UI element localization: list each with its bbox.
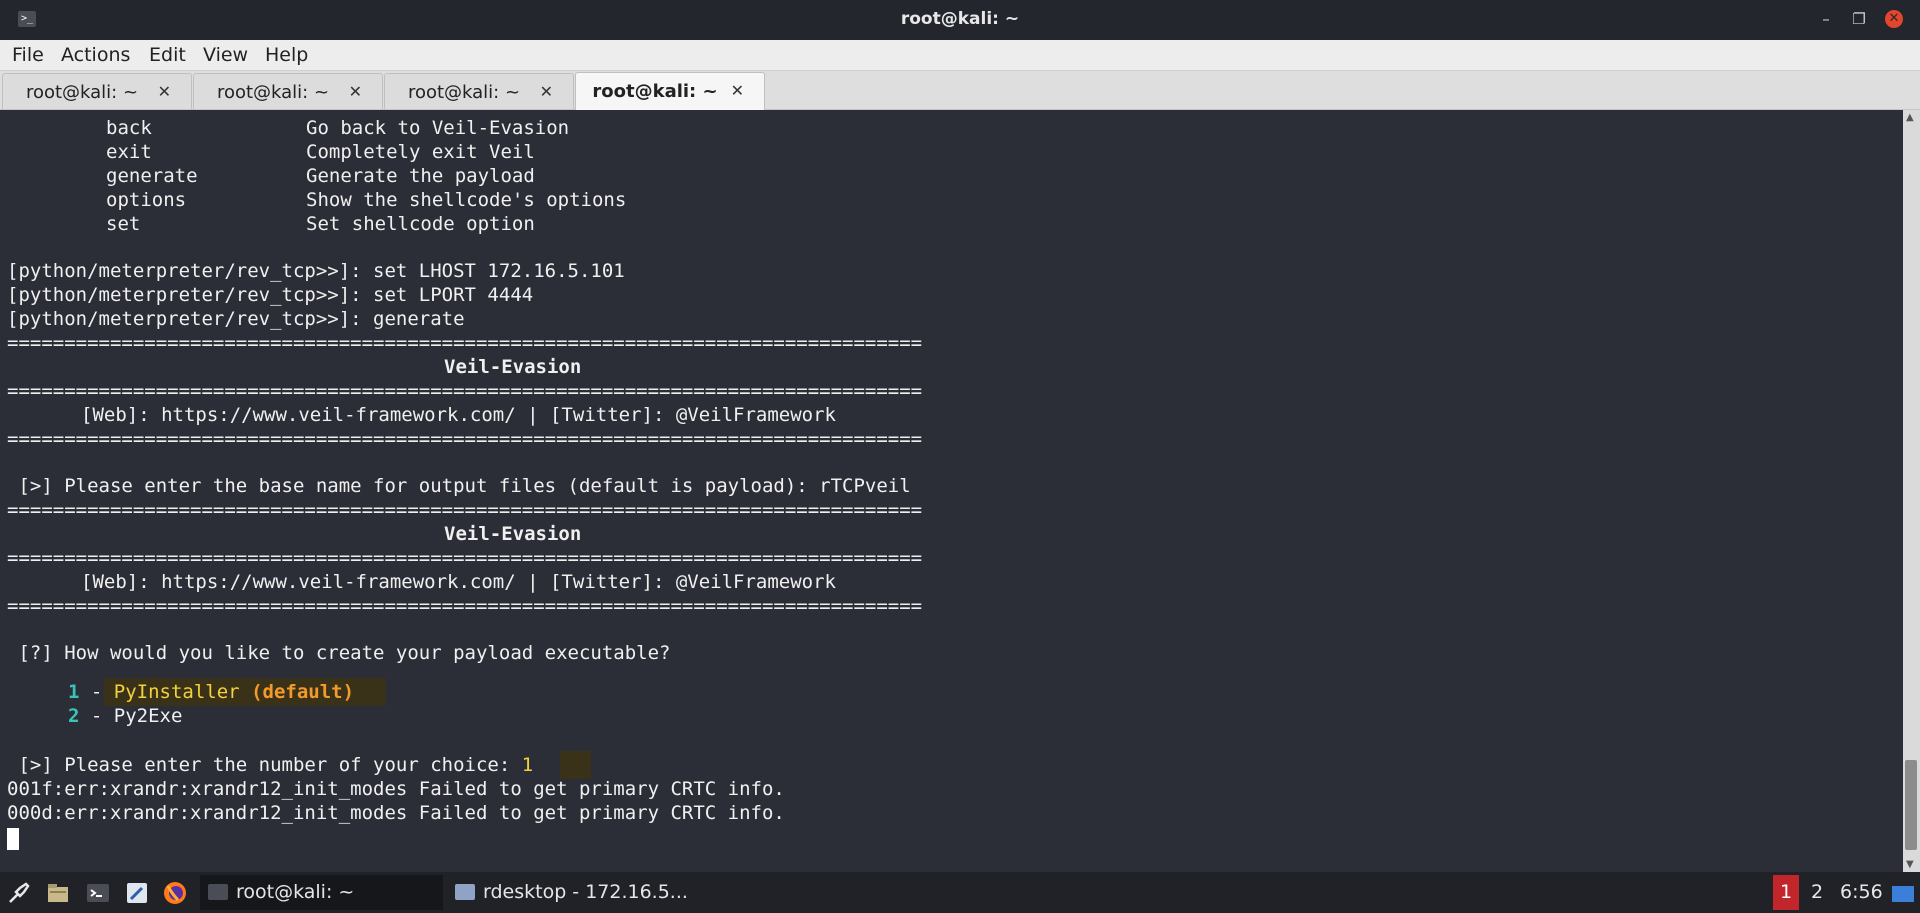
kali-menu-icon[interactable] [6, 880, 32, 906]
command-name: back [106, 117, 152, 139]
option-dash: - [79, 705, 114, 727]
error-line: 001f:err:xrandr:xrandr12_init_modes Fail… [7, 778, 785, 800]
tab-terminal-1[interactable]: root@kali: ~ ✕ [2, 73, 192, 109]
terminal-task-icon [208, 884, 228, 900]
menu-edit[interactable]: Edit [149, 44, 186, 66]
prompt-line: [python/meterpreter/rev_tcp>>]: generate [7, 308, 465, 330]
minimize-icon[interactable]: – [1816, 9, 1836, 29]
separator: ========================================… [7, 380, 923, 402]
choice-prompt: [>] Please enter the number of your choi… [7, 753, 533, 777]
banner-title: Veil-Evasion [444, 523, 582, 545]
question-line: [?] How would you like to create your pa… [7, 642, 671, 664]
tab-terminal-4-active[interactable]: root@kali: ~ ✕ [575, 72, 765, 110]
text-editor-icon[interactable] [124, 880, 150, 906]
menu-actions[interactable]: Actions [61, 44, 130, 66]
text-cursor [7, 828, 19, 850]
tab-close-icon[interactable]: ✕ [731, 81, 744, 100]
workspace-2[interactable]: 2 [1804, 875, 1830, 910]
tab-bar: root@kali: ~ ✕ root@kali: ~ ✕ root@kali:… [0, 71, 1920, 110]
choice-value: 1 [521, 754, 534, 776]
restore-icon[interactable]: ❐ [1849, 9, 1869, 29]
close-icon[interactable]: ✕ [1885, 10, 1903, 28]
window-titlebar: >_ root@kali: ~ – ❐ ✕ [0, 0, 1920, 40]
terminal-scrollbar[interactable]: ▲ ▼ [1903, 110, 1920, 872]
option-label: Py2Exe [113, 705, 183, 727]
menu-view[interactable]: View [203, 44, 248, 66]
separator: ========================================… [7, 428, 923, 450]
separator: ========================================… [7, 499, 923, 521]
option-2: 2 - Py2Exe [68, 704, 182, 728]
banner-web: [Web]: https://www.veil-framework.com/ |… [81, 404, 836, 426]
command-desc: Completely exit Veil [306, 141, 535, 163]
tab-close-icon[interactable]: ✕ [540, 82, 553, 101]
banner-web: [Web]: https://www.veil-framework.com/ |… [81, 571, 836, 593]
option-default-tag: (default) [239, 681, 355, 703]
tab-close-icon[interactable]: ✕ [349, 82, 362, 101]
menu-bar: File Actions Edit View Help [0, 40, 1920, 71]
tab-terminal-3[interactable]: root@kali: ~ ✕ [384, 73, 574, 109]
prompt-line: [python/meterpreter/rev_tcp>>]: set LHOS… [7, 260, 625, 282]
choice-highlight [560, 751, 591, 779]
separator: ========================================… [7, 332, 923, 354]
command-name: exit [106, 141, 152, 163]
command-name: options [106, 189, 187, 211]
separator: ========================================… [7, 595, 923, 617]
terminal-output[interactable]: back Go back to Veil-Evasion exit Comple… [0, 110, 1903, 872]
clock[interactable]: 6:56 [1840, 881, 1883, 903]
option-dash: - [79, 681, 114, 703]
file-manager-icon[interactable] [45, 880, 71, 906]
tab-label: root@kali: ~ [216, 82, 330, 103]
firefox-icon[interactable] [162, 880, 188, 906]
option-number: 1 [68, 681, 80, 703]
scrollbar-thumb[interactable] [1905, 760, 1917, 850]
menu-file[interactable]: File [12, 44, 44, 66]
choice-prompt-text: [>] Please enter the number of your choi… [7, 754, 522, 776]
tab-close-icon[interactable]: ✕ [158, 82, 171, 101]
show-desktop-icon[interactable] [1890, 880, 1916, 906]
error-line: 000d:err:xrandr:xrandr12_init_modes Fail… [7, 802, 785, 824]
scroll-down-icon[interactable]: ▼ [1906, 859, 1914, 870]
task-label: root@kali: ~ [236, 881, 355, 903]
command-desc: Generate the payload [306, 165, 535, 187]
window-title: root@kali: ~ [900, 9, 1020, 29]
command-desc: Show the shellcode's options [306, 189, 627, 211]
rdesktop-task-icon [455, 884, 475, 900]
prompt-line: [python/meterpreter/rev_tcp>>]: set LPOR… [7, 284, 534, 306]
terminal-launcher-icon[interactable] [85, 880, 111, 906]
base-name-prompt: [>] Please enter the base name for outpu… [7, 475, 911, 497]
scroll-up-icon[interactable]: ▲ [1906, 112, 1914, 123]
workspace-1[interactable]: 1 [1773, 875, 1799, 910]
tab-label: root@kali: ~ [407, 82, 521, 103]
tab-terminal-2[interactable]: root@kali: ~ ✕ [193, 73, 383, 109]
option-label: PyInstaller [113, 681, 240, 703]
command-name: generate [106, 165, 198, 187]
menu-help[interactable]: Help [265, 44, 308, 66]
tab-label: root@kali: ~ [25, 82, 139, 103]
command-name: set [106, 213, 141, 235]
command-desc: Set shellcode option [306, 213, 535, 235]
taskbar: root@kali: ~ rdesktop - 172.16.5... 1 2 … [0, 872, 1920, 913]
option-1: 1 - PyInstaller (default) [68, 680, 354, 704]
command-desc: Go back to Veil-Evasion [306, 117, 570, 139]
separator: ========================================… [7, 547, 923, 569]
task-label: rdesktop - 172.16.5... [483, 881, 688, 903]
tab-label: root@kali: ~ [592, 81, 718, 102]
taskbar-task-terminal[interactable]: root@kali: ~ [200, 875, 443, 910]
taskbar-task-rdesktop[interactable]: rdesktop - 172.16.5... [447, 875, 688, 910]
banner-title: Veil-Evasion [444, 356, 582, 378]
option-number: 2 [68, 705, 80, 727]
